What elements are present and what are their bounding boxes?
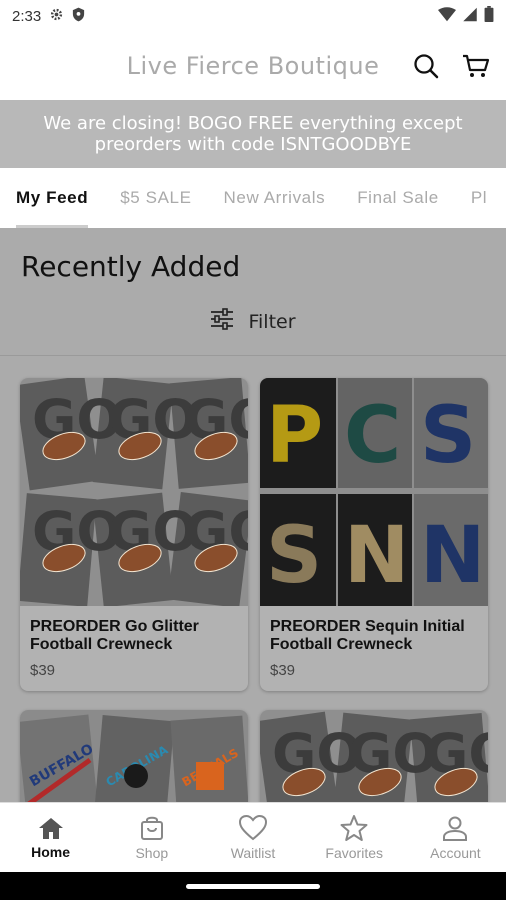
tab-my-feed[interactable]: My Feed xyxy=(0,168,104,228)
nav-shop[interactable]: Shop xyxy=(101,803,202,872)
settings-icon xyxy=(49,7,64,26)
nav-label: Waitlist xyxy=(230,844,276,861)
product-card[interactable]: GO GO GO xyxy=(260,710,488,802)
status-bar: 2:33 xyxy=(0,0,506,32)
svg-text:S: S xyxy=(420,391,476,481)
feed-content: Recently Added Filter GO GO GO GO G xyxy=(0,228,506,802)
signal-icon xyxy=(462,7,478,26)
product-card[interactable]: BUFFALO CAROLINA BENGALS xyxy=(20,710,248,802)
battery-icon xyxy=(484,6,494,26)
divider xyxy=(0,355,506,356)
banner-line-1: We are closing! BOGO FREE everything exc… xyxy=(43,113,463,134)
product-name-line-2: Football Crewneck xyxy=(270,636,413,653)
filter-button[interactable]: Filter xyxy=(0,308,506,335)
product-name-line-2: Football Crewneck xyxy=(30,636,173,653)
section-title: Recently Added xyxy=(21,250,241,283)
sliders-icon xyxy=(210,308,234,335)
nav-label: Home xyxy=(31,843,71,860)
status-time: 2:33 xyxy=(12,7,42,25)
gesture-handle[interactable] xyxy=(186,884,320,889)
gesture-bar xyxy=(0,872,506,900)
product-image: BUFFALO CAROLINA BENGALS xyxy=(20,710,248,802)
filter-label: Filter xyxy=(248,310,296,333)
banner-line-2: preorders with code ISNTGOODBYE xyxy=(94,134,412,155)
heart-icon xyxy=(239,814,267,840)
svg-text:N: N xyxy=(420,511,485,601)
product-price: $39 xyxy=(30,662,56,679)
nav-label: Shop xyxy=(135,844,169,861)
nav-home[interactable]: Home xyxy=(0,803,101,872)
nav-favorites[interactable]: Favorites xyxy=(304,803,405,872)
product-image: GO GO GO GO GO GO xyxy=(20,378,248,606)
star-icon xyxy=(340,814,368,841)
product-card[interactable]: P C S S N N PREORDER Sequin Initial Foot… xyxy=(260,378,488,691)
shopping-bag-icon xyxy=(140,816,163,840)
category-tabs: My Feed $5 SALE New Arrivals Final Sale … xyxy=(0,168,506,228)
product-image: GO GO GO xyxy=(260,710,488,802)
shield-icon xyxy=(72,7,85,26)
svg-text:N: N xyxy=(344,511,409,601)
tab-5-sale[interactable]: $5 SALE xyxy=(104,168,207,228)
search-icon[interactable] xyxy=(410,50,442,82)
svg-text:C: C xyxy=(344,391,401,481)
tab-partial[interactable]: Pl xyxy=(455,168,503,228)
tab-new-arrivals[interactable]: New Arrivals xyxy=(208,168,342,228)
person-icon xyxy=(443,816,468,841)
promo-banner[interactable]: We are closing! BOGO FREE everything exc… xyxy=(0,100,506,168)
bottom-nav: Home Shop Waitlist Favorites Account xyxy=(0,802,506,872)
svg-text:S: S xyxy=(266,511,322,601)
product-name-line-1: PREORDER Sequin Initial xyxy=(270,618,465,635)
product-card[interactable]: GO GO GO GO GO GO PREORDER Go Glitter Fo… xyxy=(20,378,248,691)
nav-label: Favorites xyxy=(325,844,383,861)
product-name: PREORDER Sequin Initial Football Crewnec… xyxy=(260,606,488,654)
product-price: $39 xyxy=(270,662,296,679)
product-name-line-1: PREORDER Go Glitter xyxy=(30,618,199,635)
nav-account[interactable]: Account xyxy=(405,803,506,872)
product-image: P C S S N N xyxy=(260,378,488,606)
wifi-icon xyxy=(438,6,456,26)
nav-label: Account xyxy=(430,844,481,861)
app-header: Live Fierce Boutique xyxy=(0,32,506,100)
cart-icon[interactable] xyxy=(460,50,492,82)
nav-waitlist[interactable]: Waitlist xyxy=(202,803,303,872)
tab-final-sale[interactable]: Final Sale xyxy=(341,168,455,228)
product-name: PREORDER Go Glitter Football Crewneck xyxy=(20,606,248,654)
svg-text:P: P xyxy=(266,391,323,481)
home-icon xyxy=(38,817,63,839)
